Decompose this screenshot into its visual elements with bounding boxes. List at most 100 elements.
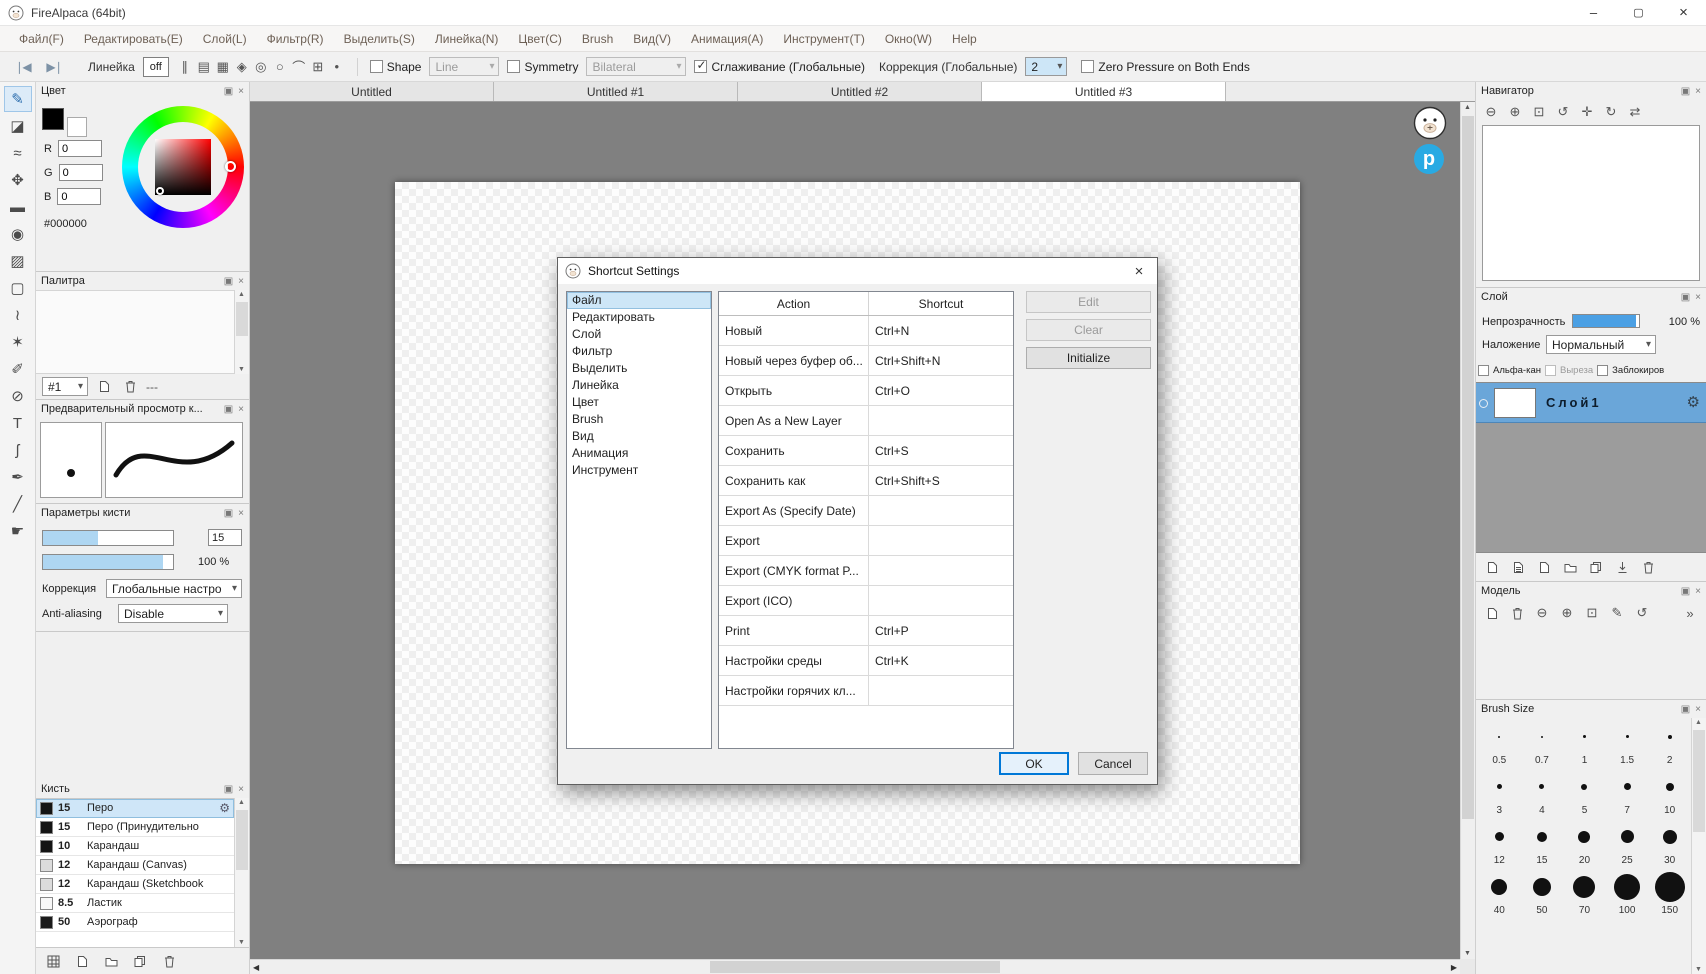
navigator-preview[interactable] — [1482, 125, 1700, 281]
sv-marker[interactable] — [156, 187, 164, 195]
correction-dropdown[interactable]: 2 — [1025, 57, 1068, 76]
flip-horizontal-button[interactable]: ⇄ — [1627, 103, 1643, 121]
close-panel-icon[interactable]: × — [238, 508, 244, 519]
model-zoom-fit-button[interactable]: ⊡ — [1584, 604, 1600, 622]
brush-size-option[interactable]: 7 — [1606, 768, 1649, 818]
copy-brush-button[interactable] — [132, 952, 148, 970]
float-panel-icon[interactable]: ▣ — [1681, 704, 1690, 715]
shortcut-row[interactable]: Новый Ctrl+N — [719, 316, 1013, 346]
float-panel-icon[interactable]: ▣ — [1681, 292, 1690, 303]
symmetry-checkbox[interactable]: Symmetry — [507, 60, 578, 74]
dot-ruler-button[interactable]: • — [329, 58, 345, 76]
reset-view-button[interactable]: ✛ — [1579, 103, 1595, 121]
brush-size-option[interactable]: 5 — [1563, 768, 1606, 818]
delete-layer-button[interactable] — [1640, 558, 1656, 576]
layer-option-checkbox[interactable]: Альфа-кан — [1478, 364, 1541, 376]
brush-size-option[interactable]: 0.7 — [1521, 718, 1564, 768]
float-panel-icon[interactable]: ▣ — [224, 508, 233, 519]
menu-item-5[interactable]: Выделить(S) — [335, 29, 424, 49]
dialog-category[interactable]: Линейка — [567, 377, 711, 394]
shortcut-row[interactable]: Сохранить как Ctrl+Shift+S — [719, 466, 1013, 496]
magic-wand-tool[interactable]: ✶ — [4, 329, 32, 355]
brush-size-option[interactable]: 30 — [1648, 818, 1691, 868]
clear-button[interactable]: Clear — [1026, 319, 1151, 341]
shortcut-row[interactable]: Сохранить Ctrl+S — [719, 436, 1013, 466]
secondary-color-swatch[interactable] — [67, 117, 87, 137]
tab-2[interactable]: Untitled #2 — [738, 82, 982, 101]
new-brush-button[interactable] — [74, 952, 90, 970]
palette-new-button[interactable] — [96, 378, 112, 396]
menu-item-4[interactable]: Фильтр(R) — [258, 29, 333, 49]
brush-size-option[interactable]: 4 — [1521, 768, 1564, 818]
close-panel-icon[interactable]: × — [1695, 86, 1701, 97]
brush-list-item[interactable]: 15 Перо ⚙ — [36, 799, 234, 818]
menu-item-6[interactable]: Линейка(N) — [426, 29, 507, 49]
zoom-in-button[interactable]: ⊕ — [1507, 103, 1523, 121]
dialog-category[interactable]: Редактировать — [567, 309, 711, 326]
import-layer-button[interactable] — [1614, 558, 1630, 576]
float-panel-icon[interactable]: ▣ — [1681, 586, 1690, 597]
close-panel-icon[interactable]: × — [238, 404, 244, 415]
parallel-ruler-button[interactable]: ∥ — [177, 58, 193, 76]
bucket-tool[interactable]: ◉ — [4, 221, 32, 247]
dialog-category[interactable]: Выделить — [567, 360, 711, 377]
shortcut-row[interactable]: Print Ctrl+P — [719, 616, 1013, 646]
correction-param-dropdown[interactable]: Глобальные настро — [106, 579, 242, 598]
menu-item-11[interactable]: Инструмент(T) — [774, 29, 874, 49]
palette-slot-dropdown[interactable]: #1 — [42, 377, 88, 396]
brush-size-option[interactable]: 2 — [1648, 718, 1691, 768]
dialog-category[interactable]: Цвет — [567, 394, 711, 411]
ellipse-ruler-button[interactable]: ○ — [272, 58, 288, 76]
antialias-dropdown[interactable]: Disable — [118, 604, 228, 623]
gradient-tool[interactable]: ▨ — [4, 248, 32, 274]
maximize-icon[interactable] — [1616, 0, 1661, 25]
cell-ruler-button[interactable]: ⊞ — [310, 58, 326, 76]
brush-list-item[interactable]: 8.5 Ластик — [36, 894, 234, 913]
brush-size-option[interactable]: 3 — [1478, 768, 1521, 818]
brush-size-option[interactable]: 70 — [1563, 868, 1606, 918]
brush-list-item[interactable]: 50 Аэрограф — [36, 913, 234, 932]
brush-size-slider[interactable] — [42, 530, 174, 546]
minimize-icon[interactable] — [1571, 0, 1616, 25]
palette-list[interactable] — [36, 290, 234, 374]
brush-size-option[interactable]: 10 — [1648, 768, 1691, 818]
perspective-ruler-button[interactable]: ◈ — [234, 58, 250, 76]
dialog-close-icon[interactable] — [1123, 258, 1155, 284]
zoom-out-button[interactable]: ⊖ — [1483, 103, 1499, 121]
close-panel-icon[interactable]: × — [1695, 704, 1701, 715]
tab-1[interactable]: Untitled #1 — [494, 82, 738, 101]
dialog-category[interactable]: Слой — [567, 326, 711, 343]
delete-model-button[interactable] — [1509, 604, 1525, 622]
next-button[interactable] — [42, 57, 66, 77]
float-panel-icon[interactable]: ▣ — [224, 784, 233, 795]
shortcut-row[interactable]: Открыть Ctrl+O — [719, 376, 1013, 406]
menu-item-1[interactable]: Файл(F) — [10, 29, 73, 49]
dialog-category[interactable]: Фильтр — [567, 343, 711, 360]
canvas-vertical-scrollbar[interactable] — [1460, 102, 1475, 959]
shortcut-row[interactable]: Export — [719, 526, 1013, 556]
brush-list-scrollbar[interactable] — [234, 798, 249, 947]
brush-size-option[interactable]: 1.5 — [1606, 718, 1649, 768]
smoothing-checkbox[interactable]: Сглаживание (Глобальные) — [694, 58, 865, 74]
red-input[interactable] — [57, 140, 102, 157]
zero-pressure-checkbox[interactable]: Zero Pressure on Both Ends — [1081, 60, 1250, 74]
saturation-value-square[interactable] — [155, 139, 211, 195]
rotate-left-button[interactable]: ↺ — [1555, 103, 1571, 121]
menu-item-13[interactable]: Help — [943, 29, 986, 49]
grid-ruler-button[interactable]: ▤ — [196, 58, 212, 76]
dialog-category[interactable]: Анимация — [567, 445, 711, 462]
brush-folder-button[interactable] — [103, 952, 119, 970]
brush-size-option[interactable]: 15 — [1521, 818, 1564, 868]
dialog-category[interactable]: Файл — [567, 292, 711, 309]
brush-settings-gear-icon[interactable]: ⚙ — [219, 801, 230, 815]
close-icon[interactable] — [1661, 0, 1706, 25]
close-panel-icon[interactable]: × — [238, 86, 244, 97]
model-zoom-out-button[interactable]: ⊖ — [1534, 604, 1550, 622]
smudge-tool[interactable]: ≈ — [4, 140, 32, 166]
select-eraser-tool[interactable]: ⊘ — [4, 383, 32, 409]
close-panel-icon[interactable]: × — [238, 784, 244, 795]
model-zoom-in-button[interactable]: ⊕ — [1559, 604, 1575, 622]
menu-item-3[interactable]: Слой(L) — [194, 29, 256, 49]
ruler-off-button[interactable]: off — [142, 56, 169, 77]
pen-tool[interactable]: ✒ — [4, 464, 32, 490]
